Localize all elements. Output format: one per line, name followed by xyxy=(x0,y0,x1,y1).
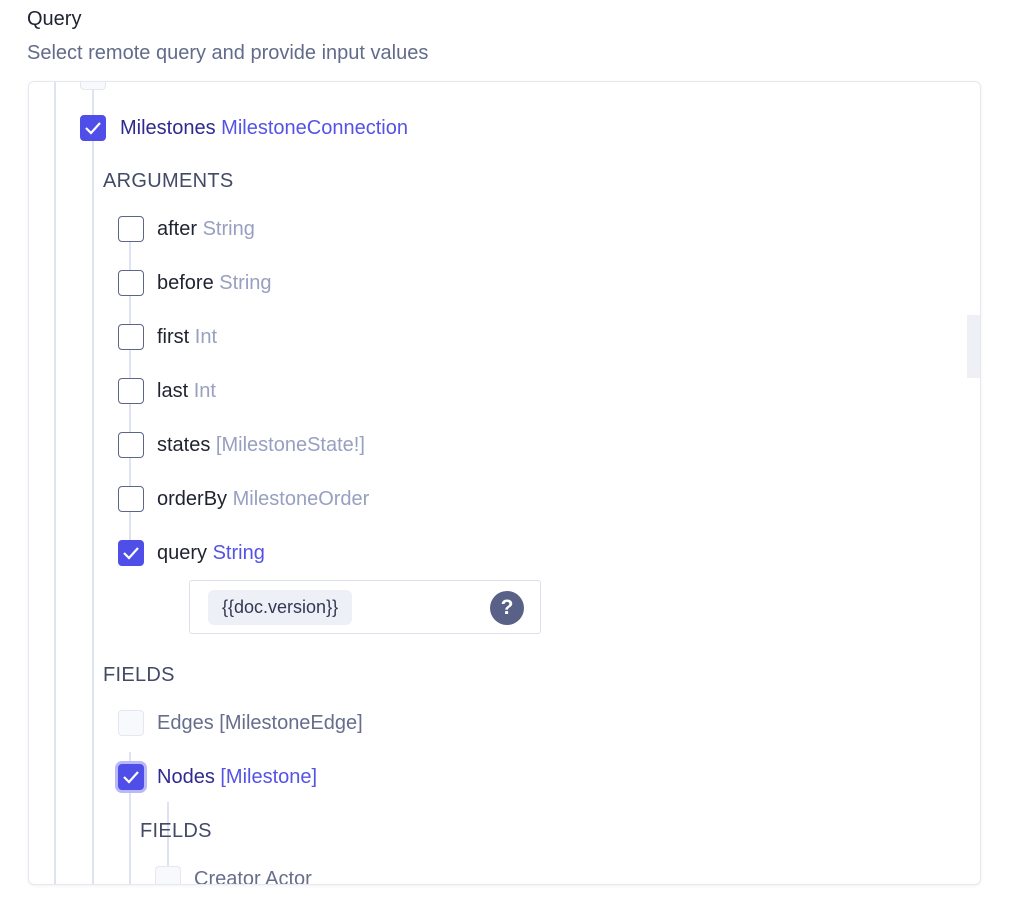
creator-checkbox[interactable] xyxy=(155,866,181,884)
milestones-label[interactable]: Milestones MilestoneConnection xyxy=(120,115,408,141)
nodes-checkbox[interactable] xyxy=(118,764,144,790)
argument-label[interactable]: before String xyxy=(157,270,272,296)
query-tree-panel: Milestones MilestoneConnection ARGUMENTS… xyxy=(28,81,981,885)
argument-checkbox-last[interactable] xyxy=(118,378,144,404)
nodes-label[interactable]: Nodes [Milestone] xyxy=(157,764,317,790)
section-title: Query xyxy=(27,8,82,30)
question-circle-icon[interactable]: ? xyxy=(490,591,524,625)
tree-line xyxy=(54,82,56,884)
argument-label[interactable]: states [MilestoneState!] xyxy=(157,432,365,458)
argument-checkbox-orderBy[interactable] xyxy=(118,486,144,512)
argument-checkbox-query[interactable] xyxy=(118,540,144,566)
scrollbar-thumb[interactable] xyxy=(967,315,980,378)
argument-label[interactable]: query String xyxy=(157,540,265,566)
fields-heading: FIELDS xyxy=(103,664,175,686)
query-value-input[interactable]: {{doc.version}} ? xyxy=(189,580,541,634)
argument-checkbox-after[interactable] xyxy=(118,216,144,242)
arguments-heading: ARGUMENTS xyxy=(103,170,234,192)
argument-checkbox-first[interactable] xyxy=(118,324,144,350)
subfields-heading: FIELDS xyxy=(140,820,212,842)
argument-label[interactable]: last Int xyxy=(157,378,216,404)
argument-label[interactable]: after String xyxy=(157,216,255,242)
tree-line xyxy=(92,82,94,884)
edges-checkbox[interactable] xyxy=(118,710,144,736)
check-icon xyxy=(123,771,139,784)
argument-label[interactable]: first Int xyxy=(157,324,217,350)
check-icon xyxy=(85,122,101,135)
variable-chip[interactable]: {{doc.version}} xyxy=(208,590,353,625)
argument-label[interactable]: orderBy MilestoneOrder xyxy=(157,486,369,512)
parent-checkbox[interactable] xyxy=(80,82,106,90)
argument-checkbox-before[interactable] xyxy=(118,270,144,296)
section-subtitle: Select remote query and provide input va… xyxy=(27,42,429,64)
milestones-checkbox[interactable] xyxy=(80,115,106,141)
argument-checkbox-states[interactable] xyxy=(118,432,144,458)
edges-label[interactable]: Edges [MilestoneEdge] xyxy=(157,710,363,736)
check-icon xyxy=(123,547,139,560)
creator-label[interactable]: Creator Actor xyxy=(194,866,312,884)
